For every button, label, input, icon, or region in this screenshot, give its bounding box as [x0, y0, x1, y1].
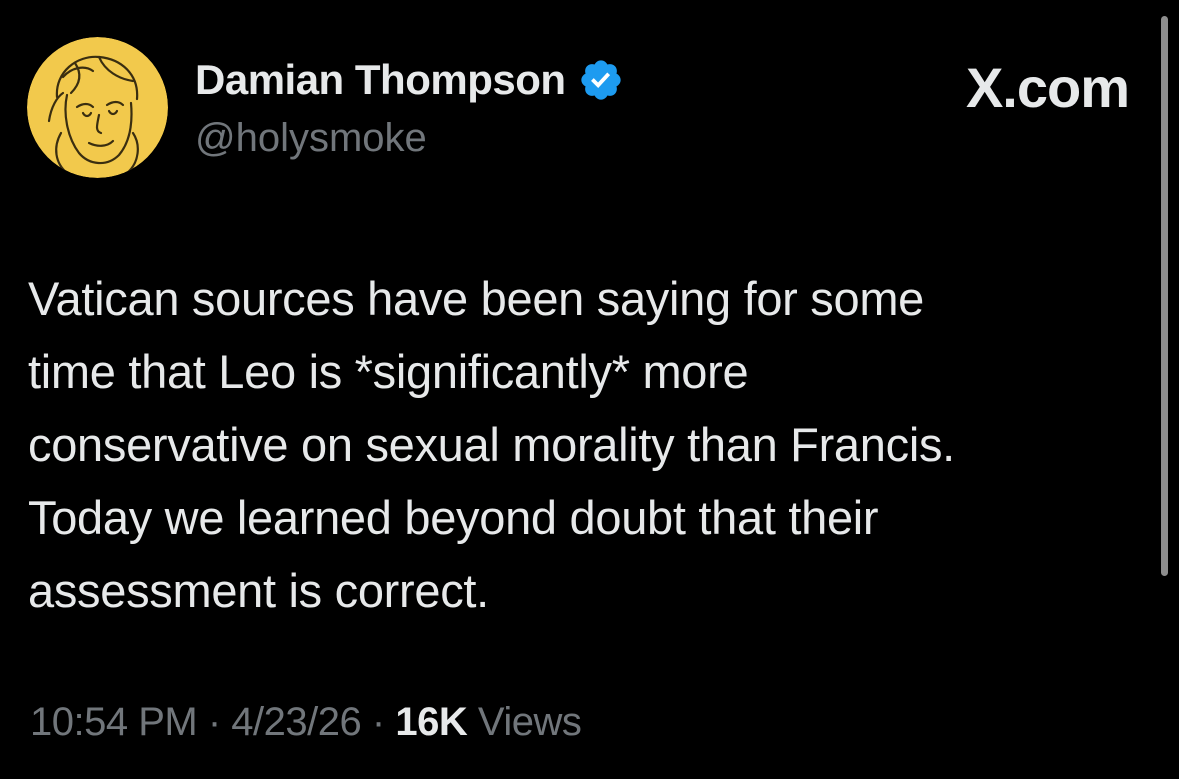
meta-separator: · [207, 700, 221, 744]
x-com-logo: X.com [965, 56, 1130, 119]
views-label: Views [477, 700, 582, 744]
views-count: 16K [395, 700, 468, 744]
author-handle[interactable]: @holysmoke [195, 116, 427, 161]
tweet-text-line: Vatican sources have been saying for som… [28, 272, 925, 325]
meta-separator: · [371, 700, 385, 744]
author-display-name[interactable]: Damian Thompson [195, 56, 566, 104]
tweet-text-line: Today we learned beyond doubt that their [28, 491, 879, 544]
cartoon-portrait-icon [27, 37, 168, 178]
tweet-date[interactable]: 4/23/26 [231, 700, 361, 744]
tweet-meta: 10:54 PM · 4/23/26 · 16K Views [30, 700, 582, 745]
tweet-text-line: assessment is correct. [28, 564, 489, 617]
tweet-time[interactable]: 10:54 PM [30, 700, 198, 744]
scrollbar[interactable] [1161, 16, 1168, 576]
author-name-row: Damian Thompson [195, 55, 624, 105]
verified-badge-icon[interactable] [578, 57, 624, 103]
tweet-card: Damian Thompson @holysmoke X.com Vatican… [0, 0, 1179, 779]
tweet-text-line: conservative on sexual morality than Fra… [28, 418, 955, 471]
tweet-text: Vatican sources have been saying for som… [28, 262, 1138, 627]
avatar[interactable] [27, 37, 168, 178]
tweet-text-line: time that Leo is *significantly* more [28, 345, 749, 398]
